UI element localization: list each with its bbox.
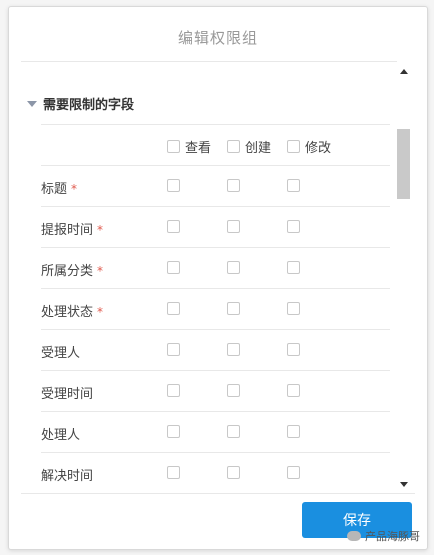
create-checkbox[interactable] [227,466,240,479]
required-mark: * [71,182,78,196]
view-checkbox[interactable] [167,466,180,479]
table-row: 所属分类 * [41,247,390,288]
field-label: 标题 * [41,182,78,197]
create-checkbox[interactable] [227,343,240,356]
section-title: 需要限制的字段 [43,98,135,113]
select-all-edit-checkbox[interactable] [287,140,300,153]
view-checkbox[interactable] [167,343,180,356]
view-checkbox[interactable] [167,179,180,192]
field-label: 处理状态 * [41,305,104,320]
create-checkbox[interactable] [227,302,240,315]
edit-checkbox[interactable] [287,384,300,397]
column-create[interactable]: 创建 [227,137,271,156]
restricted-fields-table: 查看 创建 修改 标题 * 提报时间 * 所属分类 * 处理状态 * 受理人 受… [41,124,390,493]
create-checkbox[interactable] [227,425,240,438]
required-mark: * [97,264,104,278]
view-checkbox[interactable] [167,261,180,274]
table-row: 受理时间 [41,370,390,411]
arrow-down-icon[interactable] [400,482,408,487]
create-checkbox[interactable] [227,261,240,274]
edit-checkbox[interactable] [287,343,300,356]
select-all-view-checkbox[interactable] [167,140,180,153]
dialog-title: 编辑权限组 [177,29,258,47]
field-label: 所属分类 * [41,264,104,279]
field-label: 受理时间 [41,387,94,402]
create-checkbox[interactable] [227,179,240,192]
select-all-create-checkbox[interactable] [227,140,240,153]
edit-checkbox[interactable] [287,302,300,315]
view-checkbox[interactable] [167,425,180,438]
field-label: 处理人 [41,428,81,443]
title-divider [21,61,397,62]
edit-permission-group-dialog: 编辑权限组 需要限制的字段 查看 创建 修改 标题 * 提报时间 * 所属分类 … [8,6,428,550]
edit-checkbox[interactable] [287,425,300,438]
field-label: 受理人 [41,346,81,361]
required-mark: * [97,305,104,319]
footer-divider [21,493,415,494]
watermark-text: 产品海豚哥 [365,530,420,543]
caret-down-icon [27,100,37,107]
edit-checkbox[interactable] [287,466,300,479]
dialog-scroll-area[interactable]: 需要限制的字段 查看 创建 修改 标题 * 提报时间 * 所属分类 * 处理状态… [21,63,399,493]
required-mark: * [97,223,104,237]
table-row: 解决时间 [41,452,390,493]
view-checkbox[interactable] [167,220,180,233]
create-checkbox[interactable] [227,220,240,233]
field-label: 解决时间 [41,469,94,484]
wechat-icon [347,531,361,541]
arrow-up-icon[interactable] [400,69,408,74]
table-row: 受理人 [41,329,390,370]
column-edit[interactable]: 修改 [287,137,331,156]
section-toggle[interactable]: 需要限制的字段 [27,94,134,113]
edit-checkbox[interactable] [287,220,300,233]
table-row: 提报时间 * [41,206,390,247]
field-label: 提报时间 * [41,223,104,238]
view-checkbox[interactable] [167,384,180,397]
column-view[interactable]: 查看 [167,137,211,156]
column-edit-label: 修改 [305,141,332,156]
table-row: 处理状态 * [41,288,390,329]
edit-checkbox[interactable] [287,179,300,192]
scrollbar-thumb[interactable] [397,129,410,199]
view-checkbox[interactable] [167,302,180,315]
table-row: 标题 * [41,165,390,206]
table-row: 处理人 [41,411,390,452]
vertical-scrollbar[interactable] [397,63,411,493]
table-header-row: 查看 创建 修改 [41,124,390,165]
watermark-right: 产品海豚哥 [347,528,420,544]
column-view-label: 查看 [185,141,212,156]
column-create-label: 创建 [245,141,272,156]
edit-checkbox[interactable] [287,261,300,274]
create-checkbox[interactable] [227,384,240,397]
